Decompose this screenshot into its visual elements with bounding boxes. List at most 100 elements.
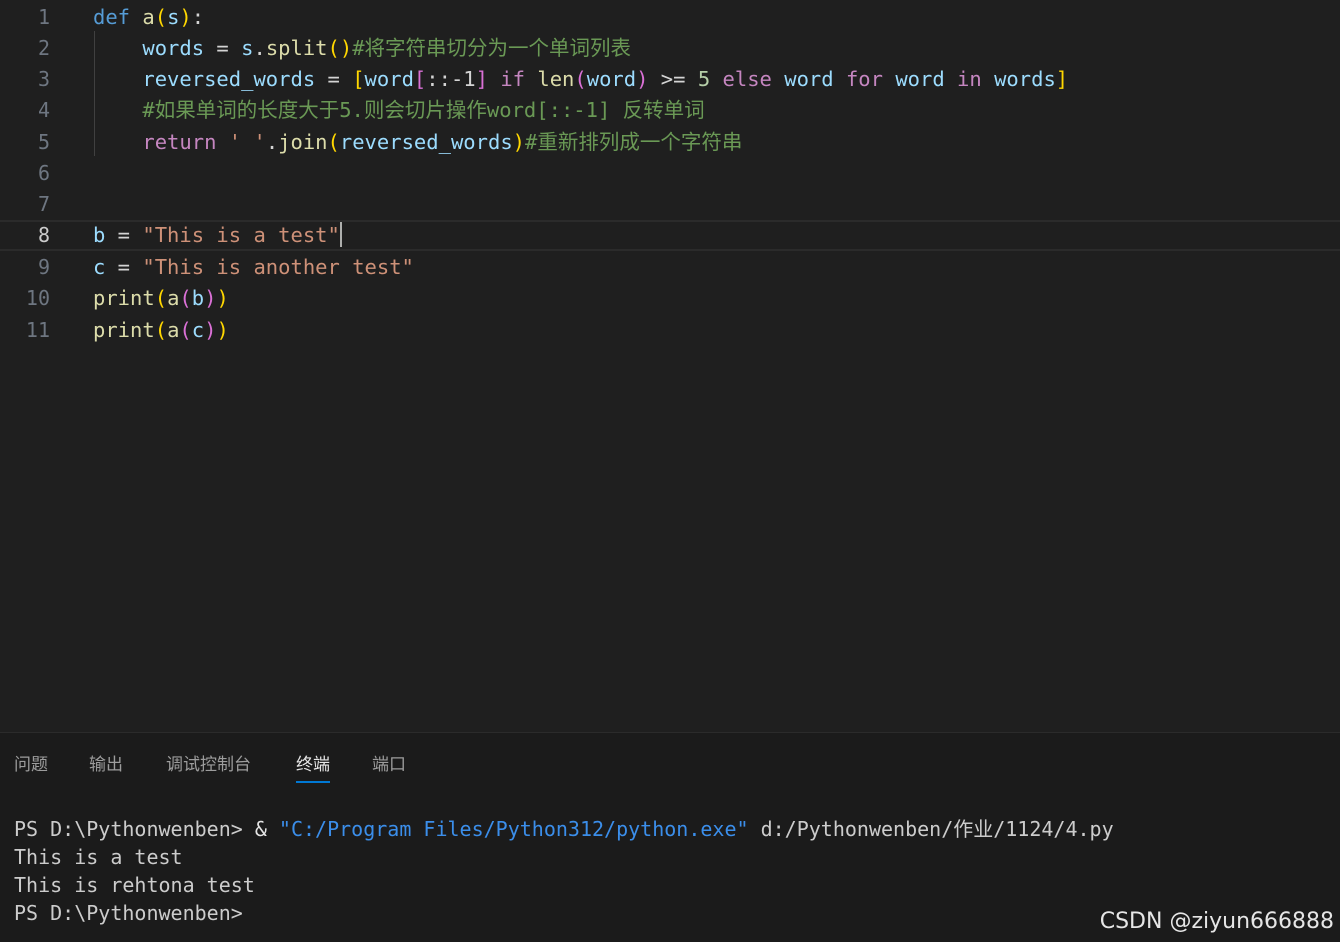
operator: = bbox=[105, 255, 143, 279]
code-text[interactable]: print(a(c)) bbox=[93, 315, 229, 346]
parameter: s bbox=[167, 5, 180, 29]
tab-output[interactable]: 输出 bbox=[89, 751, 123, 779]
line-number: 6 bbox=[37, 161, 50, 185]
slice: ::-1 bbox=[426, 67, 476, 91]
terminal-operator: & bbox=[254, 817, 279, 841]
keyword: if bbox=[487, 67, 538, 91]
tab-problems[interactable]: 问题 bbox=[14, 751, 48, 779]
tab-terminal[interactable]: 终端 bbox=[296, 751, 330, 783]
bracket: ] bbox=[475, 67, 488, 91]
variable: word bbox=[895, 67, 945, 91]
method-name: split bbox=[265, 36, 328, 60]
code-text[interactable]: return ' '.join(reversed_words)#重新排列成一个字… bbox=[93, 127, 742, 158]
watermark: CSDN @ziyun666888 bbox=[1099, 909, 1334, 934]
colon: : bbox=[191, 5, 205, 29]
bracket: ( bbox=[179, 286, 192, 310]
line-number: 3 bbox=[37, 67, 50, 91]
terminal-line: This is rehtona test bbox=[14, 873, 255, 897]
line-number: 9 bbox=[37, 255, 50, 279]
comment: #重新排列成一个字符串 bbox=[525, 130, 743, 154]
line-number: 5 bbox=[37, 130, 50, 154]
variable: word bbox=[784, 67, 834, 91]
code-text[interactable]: c = "This is another test" bbox=[93, 252, 414, 283]
operator: = bbox=[204, 36, 242, 60]
variable: reversed_words bbox=[142, 67, 316, 91]
code-text[interactable]: reversed_words = [word[::-1] if len(word… bbox=[93, 64, 1068, 95]
tab-debug-console[interactable]: 调试控制台 bbox=[166, 751, 251, 779]
dot: . bbox=[253, 36, 266, 60]
tab-ports[interactable]: 端口 bbox=[372, 751, 406, 779]
variable: s bbox=[241, 36, 254, 60]
code-line-5[interactable]: 5 return ' '.join(reversed_words)#重新排列成一… bbox=[0, 127, 1340, 158]
terminal-script-path: d:/Pythonwenben/作业/1124/4.py bbox=[748, 817, 1114, 841]
bracket: ( bbox=[574, 67, 587, 91]
operator: = bbox=[315, 67, 353, 91]
terminal-output[interactable]: PS D:\Pythonwenben> & "C:/Program Files/… bbox=[14, 815, 1114, 927]
terminal-line: This is a test bbox=[14, 845, 183, 869]
number: 5 bbox=[697, 67, 711, 91]
bracket: ) bbox=[216, 318, 229, 342]
line-number: 11 bbox=[25, 318, 50, 342]
code-line-9[interactable]: 9 c = "This is another test" bbox=[0, 252, 1340, 283]
code-line-7[interactable]: 7 bbox=[0, 189, 1340, 220]
bracket: [ bbox=[413, 67, 427, 91]
method-name: join bbox=[278, 130, 328, 154]
function-name: a bbox=[167, 318, 180, 342]
line-number: 10 bbox=[25, 286, 50, 310]
code-line-4[interactable]: 4 #如果单词的长度大于5.则会切片操作word[::-1] 反转单词 bbox=[0, 95, 1340, 126]
bracket: ] bbox=[1055, 67, 1069, 91]
string: "This is a test" bbox=[142, 223, 340, 247]
comment: #将字符串切分为一个单词列表 bbox=[352, 36, 632, 60]
keyword: def bbox=[93, 5, 131, 29]
code-line-8[interactable]: 8 b = "This is a test" bbox=[0, 220, 1340, 251]
operator: >= bbox=[648, 67, 698, 91]
code-line-6[interactable]: 6 bbox=[0, 158, 1340, 189]
variable: reversed_words bbox=[339, 130, 513, 154]
line-number: 2 bbox=[37, 36, 50, 60]
text-cursor bbox=[339, 222, 342, 247]
code-editor[interactable]: 1 def a(s): 2 words = s.split()#将字符串切分为一… bbox=[0, 0, 1340, 732]
string: "This is another test" bbox=[142, 255, 414, 279]
function-name: a bbox=[167, 286, 180, 310]
variable: words bbox=[142, 36, 205, 60]
code-line-1[interactable]: 1 def a(s): bbox=[0, 2, 1340, 33]
bracket: ( bbox=[327, 130, 340, 154]
line-number: 4 bbox=[37, 98, 50, 122]
line-number: 1 bbox=[37, 5, 50, 29]
keyword: else bbox=[710, 67, 785, 91]
code-text[interactable]: def a(s): bbox=[93, 2, 204, 33]
dot: . bbox=[265, 130, 279, 154]
terminal-prompt: PS D:\Pythonwenben> bbox=[14, 901, 243, 925]
bracket: [ bbox=[352, 67, 365, 91]
bracket: ) bbox=[204, 286, 217, 310]
terminal-line: PS D:\Pythonwenben> & "C:/Program Files/… bbox=[14, 817, 1114, 841]
keyword: return bbox=[142, 130, 217, 154]
bracket: ) bbox=[179, 5, 192, 29]
variable: c bbox=[93, 255, 106, 279]
comment: #如果单词的长度大于5.则会切片操作word[::-1] 反转单词 bbox=[142, 98, 705, 122]
code-text[interactable]: #如果单词的长度大于5.则会切片操作word[::-1] 反转单词 bbox=[93, 95, 705, 126]
variable: c bbox=[191, 318, 205, 342]
line-number: 7 bbox=[37, 192, 50, 216]
code-text[interactable]: b = "This is a test" bbox=[93, 220, 342, 251]
code-text[interactable]: words = s.split()#将字符串切分为一个单词列表 bbox=[93, 33, 631, 64]
code-line-3[interactable]: 3 reversed_words = [word[::-1] if len(wo… bbox=[0, 64, 1340, 95]
bracket: ( bbox=[154, 286, 168, 310]
code-text[interactable]: print(a(b)) bbox=[93, 283, 229, 314]
bracket: ) bbox=[636, 67, 649, 91]
code-line-11[interactable]: 11 print(a(c)) bbox=[0, 315, 1340, 346]
terminal-exe-path: "C:/Program Files/Python312/python.exe" bbox=[278, 817, 749, 841]
function-name: a bbox=[142, 5, 155, 29]
keyword: in bbox=[944, 67, 995, 91]
variable: word bbox=[364, 67, 414, 91]
bracket: ( bbox=[179, 318, 192, 342]
code-line-10[interactable]: 10 print(a(b)) bbox=[0, 283, 1340, 314]
bracket: ( bbox=[154, 318, 168, 342]
function-name: print bbox=[93, 318, 155, 342]
variable: words bbox=[994, 67, 1056, 91]
code-line-2[interactable]: 2 words = s.split()#将字符串切分为一个单词列表 bbox=[0, 33, 1340, 64]
bracket: ) bbox=[512, 130, 526, 154]
